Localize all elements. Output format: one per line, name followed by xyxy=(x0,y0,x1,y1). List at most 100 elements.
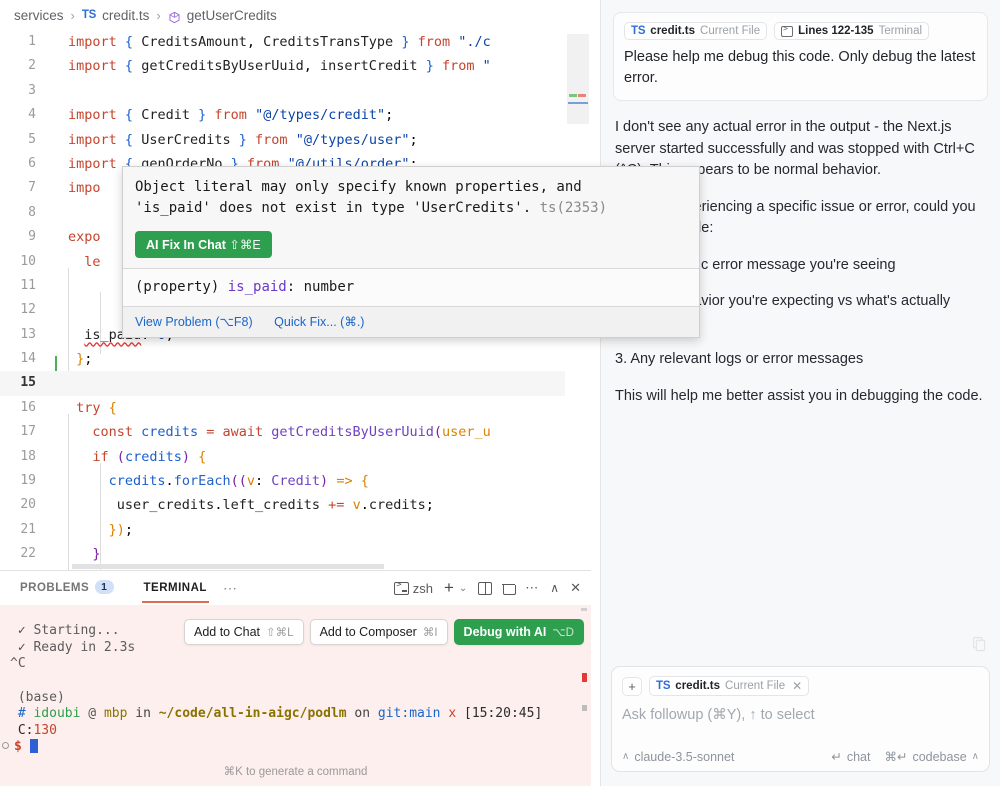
code-line[interactable]: 4 import { Credit } from "@/types/credit… xyxy=(0,103,591,127)
ai-fix-shortcut: ⇧⌘E xyxy=(229,238,261,252)
editor-horizontal-scrollbar[interactable] xyxy=(72,564,384,569)
context-pill-terminal-lines[interactable]: Lines 122-135 Terminal xyxy=(774,22,930,40)
input-context-pill[interactable]: TS credit.ts Current File ✕ xyxy=(649,676,810,696)
breadcrumb[interactable]: services › TS credit.ts › getUserCredits xyxy=(0,0,591,30)
terminal-scrollbar-handle[interactable] xyxy=(581,608,587,611)
minimap-slider[interactable] xyxy=(567,34,589,124)
breadcrumb-separator-2: › xyxy=(156,7,161,23)
enter-key-icon: ↵ xyxy=(831,750,842,764)
breadcrumb-folder[interactable]: services xyxy=(14,8,64,23)
line-number: 14 xyxy=(20,351,36,367)
tab-terminal[interactable]: TERMINAL xyxy=(141,574,210,603)
panel-close-icon[interactable]: ✕ xyxy=(570,580,581,596)
ai-chat-panel: TS credit.ts Current File Lines 122-135 … xyxy=(600,0,1000,786)
line-number: 16 xyxy=(20,399,36,415)
code-line[interactable]: 2 import { getCreditsByUserUuid, insertC… xyxy=(0,54,591,78)
model-name: claude-3.5-sonnet xyxy=(634,749,735,764)
panel-action-bar: zsh + ⌄ ⋯ ∧ ✕ xyxy=(393,571,581,605)
panel-collapse-icon[interactable]: ∧ xyxy=(550,581,559,595)
terminal-input-line[interactable]: $ xyxy=(2,739,591,756)
send-mode-label: chat xyxy=(846,749,871,764)
copy-icon[interactable] xyxy=(972,636,986,652)
split-terminal-button[interactable] xyxy=(478,581,493,595)
code-text: } xyxy=(92,546,101,563)
prompt-at: @ xyxy=(88,706,97,721)
cursor-editor-window: services › TS credit.ts › getUserCredits xyxy=(0,0,1000,786)
send-chat-button[interactable]: ↵ chat xyxy=(831,749,871,765)
line-number: 18 xyxy=(20,448,36,464)
input-pill-meta: Current File xyxy=(725,680,786,692)
line-number: 13 xyxy=(20,326,36,342)
input-context-row: + TS credit.ts Current File ✕ xyxy=(622,676,979,696)
code-line[interactable]: 18 if (credits) { xyxy=(0,445,591,469)
add-to-chat-button[interactable]: Add to Chat ⇧⌘L xyxy=(184,619,304,645)
line-number: 7 xyxy=(28,180,36,196)
code-line[interactable]: 14 }; xyxy=(0,347,591,371)
prompt-git-branch: git:main xyxy=(377,706,441,721)
diagnostic-hover-popup[interactable]: Object literal may only specify known pr… xyxy=(122,166,700,338)
terminal-exit-line: C:130 xyxy=(10,723,591,740)
ai-fix-in-chat-button[interactable]: AI Fix In Chat ⇧⌘E xyxy=(135,231,272,258)
code-line[interactable]: 21 }); xyxy=(0,518,591,542)
chat-input-box[interactable]: + TS credit.ts Current File ✕ Ask follow… xyxy=(611,666,990,772)
debug-with-ai-button[interactable]: Debug with AI ⌥D xyxy=(453,619,584,645)
context-pill-meta: Terminal xyxy=(878,25,923,37)
terminal-cursor xyxy=(29,739,38,753)
add-to-composer-button[interactable]: Add to Composer ⌘I xyxy=(309,619,448,645)
code-line[interactable]: 22 } xyxy=(0,542,591,566)
ts-icon: TS xyxy=(631,25,646,37)
code-line[interactable]: 20 user_credits.left_credits += v.credit… xyxy=(0,493,591,517)
code-line[interactable]: 5 import { UserCredits } from "@/types/u… xyxy=(0,128,591,152)
code-line[interactable]: 16 try { xyxy=(0,396,591,420)
new-terminal-chevron-down-icon[interactable]: ⌄ xyxy=(459,583,467,594)
line-number: 9 xyxy=(28,229,36,245)
terminal-shell-selector[interactable]: zsh xyxy=(393,580,433,596)
code-line[interactable]: 3 xyxy=(0,79,591,103)
chat-user-message: TS credit.ts Current File Lines 122-135 … xyxy=(613,12,988,101)
terminal-prompt-line: # idoubi @ mbp in ~/code/all-in-aigc/pod… xyxy=(10,706,591,723)
new-terminal-button[interactable]: + xyxy=(444,579,454,596)
code-line-current[interactable]: 15 xyxy=(0,371,591,396)
assistant-paragraph: This will help me better assist you in d… xyxy=(615,387,983,404)
line-number: 6 xyxy=(28,155,36,171)
line-number: 19 xyxy=(20,473,36,489)
line-number: 15 xyxy=(20,375,36,391)
diagnostic-error-code: ts(2353) xyxy=(539,200,608,216)
panel-tabs-overflow-icon[interactable]: ⋯ xyxy=(223,580,238,597)
terminal-ai-hint: ⌘K to generate a command xyxy=(223,765,368,778)
codebase-search-button[interactable]: ⌘↵ codebase ∧ xyxy=(884,749,979,765)
tab-problems[interactable]: PROBLEMS 1 xyxy=(18,573,116,604)
code-text: import { getCreditsByUserUuid, insertCre… xyxy=(68,58,491,75)
exit-label: C: xyxy=(17,722,34,738)
view-problem-link[interactable]: View Problem (⌥F8) xyxy=(135,315,253,329)
panel-tab-bar: PROBLEMS 1 TERMINAL ⋯ zsh + ⌄ ⋯ ∧ xyxy=(0,571,591,605)
close-icon[interactable]: ✕ xyxy=(792,679,802,693)
model-selector[interactable]: ∧ claude-3.5-sonnet xyxy=(622,750,734,764)
code-text: import { UserCredits } from "@/types/use… xyxy=(68,131,418,148)
line-number: 11 xyxy=(20,277,36,293)
user-message-text: Please help me debug this code. Only deb… xyxy=(624,49,976,86)
prompt-dirty-flag: x xyxy=(448,706,457,721)
code-line[interactable]: 19 credits.forEach((v: Credit) => { xyxy=(0,469,591,493)
context-pill-current-file[interactable]: TS credit.ts Current File xyxy=(624,22,768,40)
line-number: 10 xyxy=(20,253,36,269)
code-line[interactable]: 1 import { CreditsAmount, CreditsTransTy… xyxy=(0,30,591,54)
chat-followup-input[interactable]: Ask followup (⌘Y), ↑ to select xyxy=(622,705,979,749)
tab-problems-label: PROBLEMS xyxy=(20,581,90,594)
minimap-error-marker xyxy=(578,94,586,97)
code-text: }); xyxy=(108,521,134,538)
shell-name: zsh xyxy=(412,580,433,596)
context-pill-list: TS credit.ts Current File Lines 122-135 … xyxy=(624,22,977,40)
signature-prefix: (property) xyxy=(135,279,220,295)
code-line[interactable]: 17 const credits = await getCreditsByUse… xyxy=(0,420,591,444)
panel-more-icon[interactable]: ⋯ xyxy=(525,580,539,596)
quick-fix-link[interactable]: Quick Fix... (⌘.) xyxy=(274,315,364,329)
prompt-user: idoubi xyxy=(33,706,81,721)
add-context-button[interactable]: + xyxy=(622,676,642,696)
bottom-panel: PROBLEMS 1 TERMINAL ⋯ zsh + ⌄ ⋯ ∧ xyxy=(0,570,591,786)
trash-icon xyxy=(502,582,517,595)
kill-terminal-button[interactable] xyxy=(502,582,517,595)
add-to-composer-label: Add to Composer xyxy=(319,625,417,639)
breadcrumb-file[interactable]: credit.ts xyxy=(102,8,149,23)
breadcrumb-symbol[interactable]: getUserCredits xyxy=(187,8,277,23)
